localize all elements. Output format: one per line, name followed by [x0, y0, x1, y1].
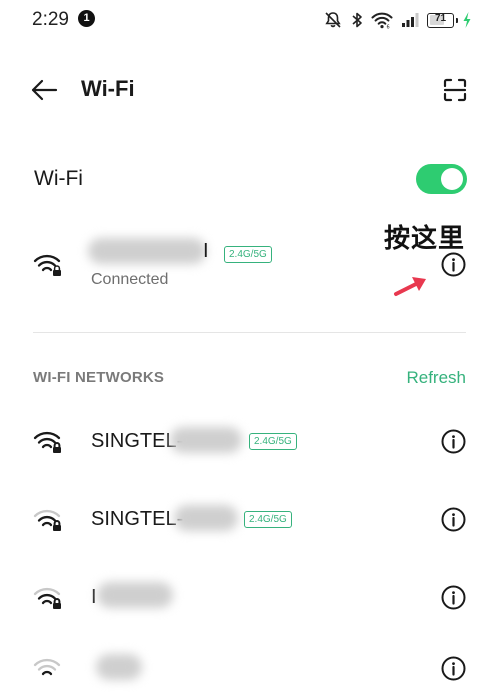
connected-network-row[interactable]: I 2.4G/5G Connected — [0, 232, 500, 296]
arrow-left-icon[interactable] — [30, 78, 58, 102]
redacted-network-name — [174, 505, 238, 531]
status-bar: 2:29 1 6 71 — [0, 0, 500, 40]
redacted-network-name — [96, 654, 142, 680]
info-icon[interactable] — [441, 656, 466, 681]
bluetooth-icon — [351, 11, 363, 29]
network-row[interactable]: SINGTEL- 2.4G/5G — [0, 422, 500, 462]
info-icon[interactable] — [441, 429, 466, 454]
info-icon[interactable] — [441, 507, 466, 532]
wifi-toggle-row: Wi-Fi — [0, 155, 500, 205]
notification-badge: 1 — [78, 10, 95, 27]
networks-section-title: WI-FI NETWORKS — [33, 369, 165, 386]
page-title: Wi-Fi — [81, 76, 135, 101]
band-badge: 2.4G/5G — [244, 511, 292, 528]
mute-icon — [323, 11, 343, 29]
wifi-toggle-switch[interactable] — [416, 164, 467, 194]
redacted-network-name — [170, 427, 242, 453]
status-time: 2:29 — [32, 9, 69, 30]
connection-status: Connected — [91, 271, 169, 288]
network-name: I — [91, 586, 97, 608]
band-badge: 2.4G/5G — [224, 246, 272, 263]
wifi-locked-icon — [33, 252, 63, 278]
refresh-button[interactable]: Refresh — [406, 368, 466, 388]
wifi-locked-icon — [33, 585, 63, 611]
info-icon[interactable] — [441, 585, 466, 610]
info-icon[interactable] — [441, 252, 466, 277]
svg-text:6: 6 — [387, 25, 390, 30]
band-badge: 2.4G/5G — [249, 433, 297, 450]
battery-nub — [456, 17, 458, 23]
wifi-toggle-label: Wi-Fi — [34, 167, 83, 190]
network-row[interactable] — [0, 652, 500, 692]
battery-icon: 71 — [427, 12, 458, 28]
header: Wi-Fi — [0, 66, 500, 116]
toggle-knob — [441, 168, 463, 190]
network-row[interactable]: SINGTEL- 2.4G/5G — [0, 500, 500, 540]
charging-icon — [462, 11, 472, 29]
divider — [33, 332, 466, 333]
wifi-locked-icon — [33, 429, 63, 455]
signal-icon — [401, 12, 419, 28]
battery-percent: 71 — [434, 12, 447, 24]
wifi-locked-icon — [33, 656, 63, 682]
status-icons: 6 71 — [323, 9, 472, 31]
wifi-locked-icon — [33, 507, 63, 533]
redacted-network-name — [88, 238, 206, 264]
network-name: SINGTEL- — [91, 508, 184, 530]
redacted-network-name — [97, 582, 173, 608]
wifi-status-icon: 6 — [371, 11, 393, 29]
network-row[interactable]: I — [0, 578, 500, 618]
network-name: I — [203, 240, 209, 262]
qr-scan-icon[interactable] — [443, 78, 467, 102]
